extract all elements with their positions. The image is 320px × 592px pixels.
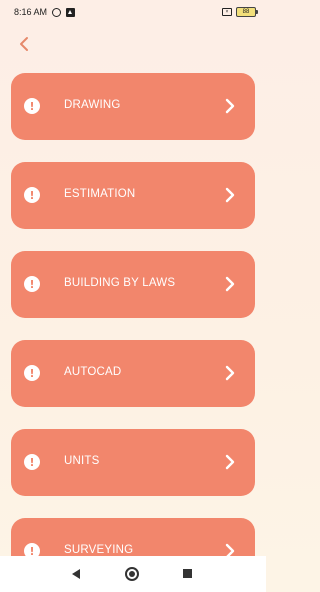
alert-circle-icon: !: [24, 276, 40, 292]
alert-circle-icon: !: [24, 187, 40, 203]
menu-item-estimation[interactable]: ! ESTIMATION: [11, 162, 255, 229]
chevron-left-icon: [20, 37, 28, 51]
whatsapp-icon: [52, 7, 62, 17]
menu-item-building-by-laws[interactable]: ! BUILDING BY LAWS: [11, 251, 255, 318]
menu-item-label: BUILDING BY LAWS: [64, 277, 176, 289]
alert-circle-icon: !: [24, 365, 40, 381]
nav-back-icon[interactable]: [72, 569, 80, 579]
upload-notification-icon: [66, 7, 76, 17]
menu-item-label: UNITS: [64, 455, 100, 467]
menu-item-label: SURVEYING: [64, 544, 134, 556]
battery-icon: 88: [236, 7, 258, 17]
nav-home-icon[interactable]: [125, 567, 139, 581]
chevron-right-icon: [225, 187, 235, 203]
chevron-right-icon: [225, 276, 235, 292]
battery-level: 88: [242, 9, 250, 15]
chevron-right-icon: [225, 98, 235, 114]
back-button[interactable]: [14, 34, 34, 54]
status-bar: 8:16 AM × 88: [0, 0, 266, 24]
menu-item-units[interactable]: ! UNITS: [11, 429, 255, 496]
chevron-right-icon: [225, 365, 235, 381]
menu-item-label: DRAWING: [64, 99, 121, 111]
sim-icon: ×: [222, 8, 232, 16]
status-left: 8:16 AM: [14, 7, 76, 17]
system-nav-bar: [0, 556, 266, 592]
menu-item-label: ESTIMATION: [64, 188, 136, 200]
alert-circle-icon: !: [24, 454, 40, 470]
menu-item-label: AUTOCAD: [64, 366, 122, 378]
menu-item-autocad[interactable]: ! AUTOCAD: [11, 340, 255, 407]
chevron-right-icon: [225, 454, 235, 470]
status-right: × 88: [222, 7, 258, 17]
status-time: 8:16 AM: [14, 7, 48, 17]
nav-recents-icon[interactable]: [183, 569, 192, 578]
alert-circle-icon: !: [24, 98, 40, 114]
menu-item-drawing[interactable]: ! DRAWING: [11, 73, 255, 140]
